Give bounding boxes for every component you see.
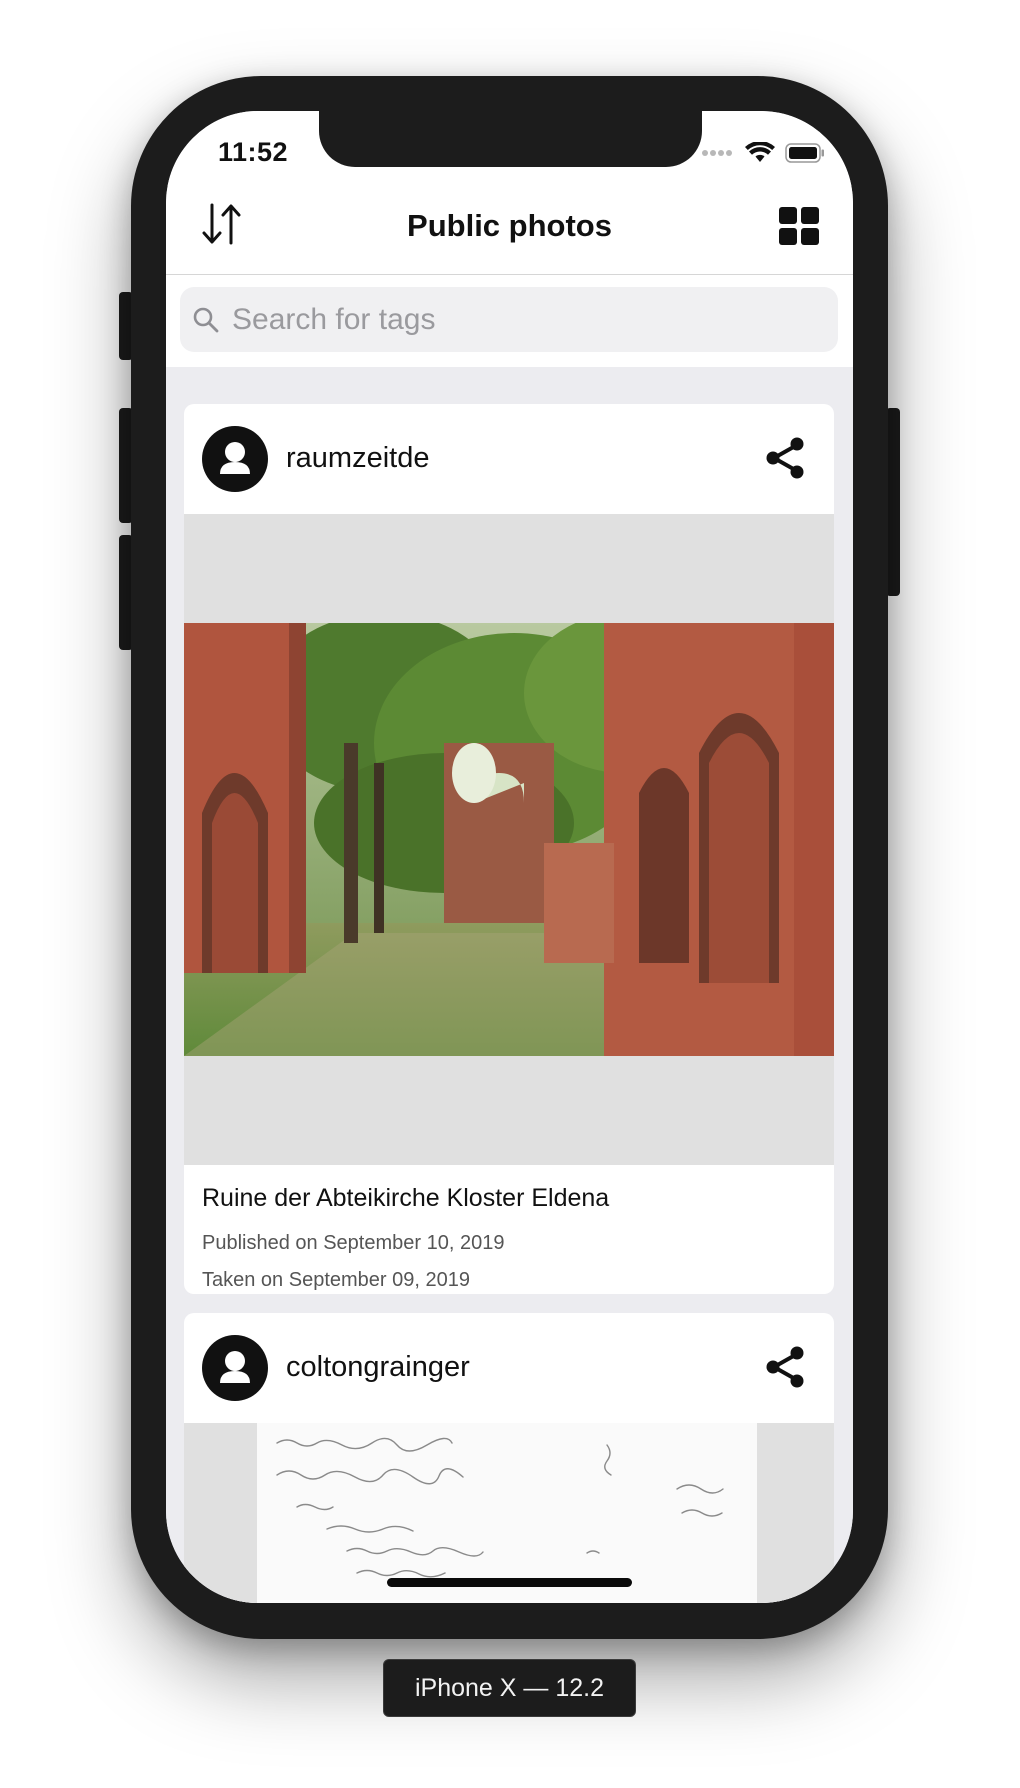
- card-header: raumzeitde: [184, 404, 834, 514]
- grid-view-button[interactable]: [779, 207, 819, 245]
- handwritten-note-image[interactable]: [257, 1423, 757, 1603]
- power-button: [886, 408, 900, 596]
- avatar[interactable]: [202, 1335, 268, 1401]
- navigation-bar: Public photos: [166, 175, 853, 275]
- share-button[interactable]: [764, 1345, 808, 1389]
- page-title: Public photos: [407, 208, 612, 243]
- status-time: 11:52: [218, 137, 289, 167]
- search-box[interactable]: [180, 287, 838, 352]
- battery-icon: [785, 143, 824, 163]
- home-indicator: [387, 1578, 632, 1587]
- photo-container: [184, 1423, 834, 1603]
- photo-container: [184, 514, 834, 1165]
- username[interactable]: coltongrainger: [286, 1351, 470, 1384]
- photo-image[interactable]: [184, 623, 834, 1056]
- share-icon: [766, 1346, 804, 1388]
- username[interactable]: raumzeitde: [286, 442, 429, 475]
- simulator-device-label: iPhone X — 12.2: [383, 1659, 636, 1717]
- published-date: Published on September 10, 2019: [202, 1232, 505, 1254]
- share-button[interactable]: [764, 436, 808, 480]
- photo-title: Ruine der Abteikirche Kloster Eldena: [202, 1184, 610, 1212]
- photo-card: raumzeitde Ruine der Abteikirche Kloster…: [184, 404, 834, 1294]
- search-icon: [193, 307, 219, 332]
- cellular-signal-icon: [702, 150, 732, 156]
- screen: 11:52 Public photos Search for tags raum…: [166, 111, 853, 1603]
- status-icons: [701, 142, 825, 164]
- photo-feed[interactable]: raumzeitde Ruine der Abteikirche Kloster…: [166, 367, 853, 1603]
- search-input[interactable]: [230, 301, 810, 338]
- avatar[interactable]: [202, 426, 268, 492]
- photo-card: coltongrainger: [184, 1313, 834, 1603]
- user-icon: [220, 1351, 250, 1383]
- wifi-icon: [745, 142, 775, 162]
- share-icon: [766, 437, 804, 479]
- search-bar-container: [166, 275, 853, 367]
- grid-view-icon: [779, 207, 819, 245]
- notch: [319, 111, 702, 167]
- taken-date: Taken on September 09, 2019: [202, 1269, 470, 1291]
- card-header: coltongrainger: [184, 1313, 834, 1423]
- user-icon: [220, 442, 250, 474]
